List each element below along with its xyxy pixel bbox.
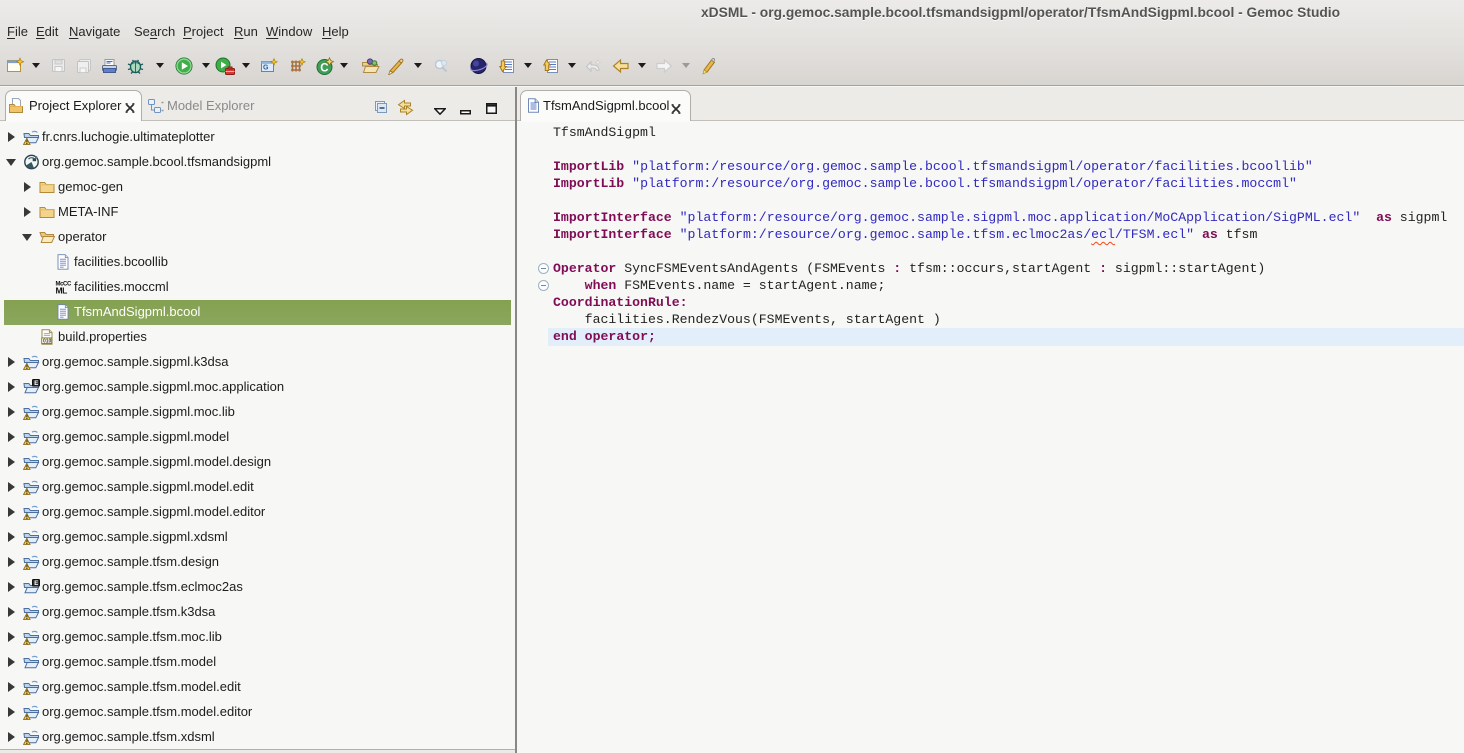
svg-text:C: C: [320, 62, 328, 74]
svg-text:E: E: [34, 581, 38, 587]
svg-text:ML: ML: [56, 286, 68, 296]
svg-text:G: G: [263, 65, 269, 72]
svg-text:010: 010: [43, 339, 52, 345]
svg-text:E: E: [34, 381, 38, 387]
